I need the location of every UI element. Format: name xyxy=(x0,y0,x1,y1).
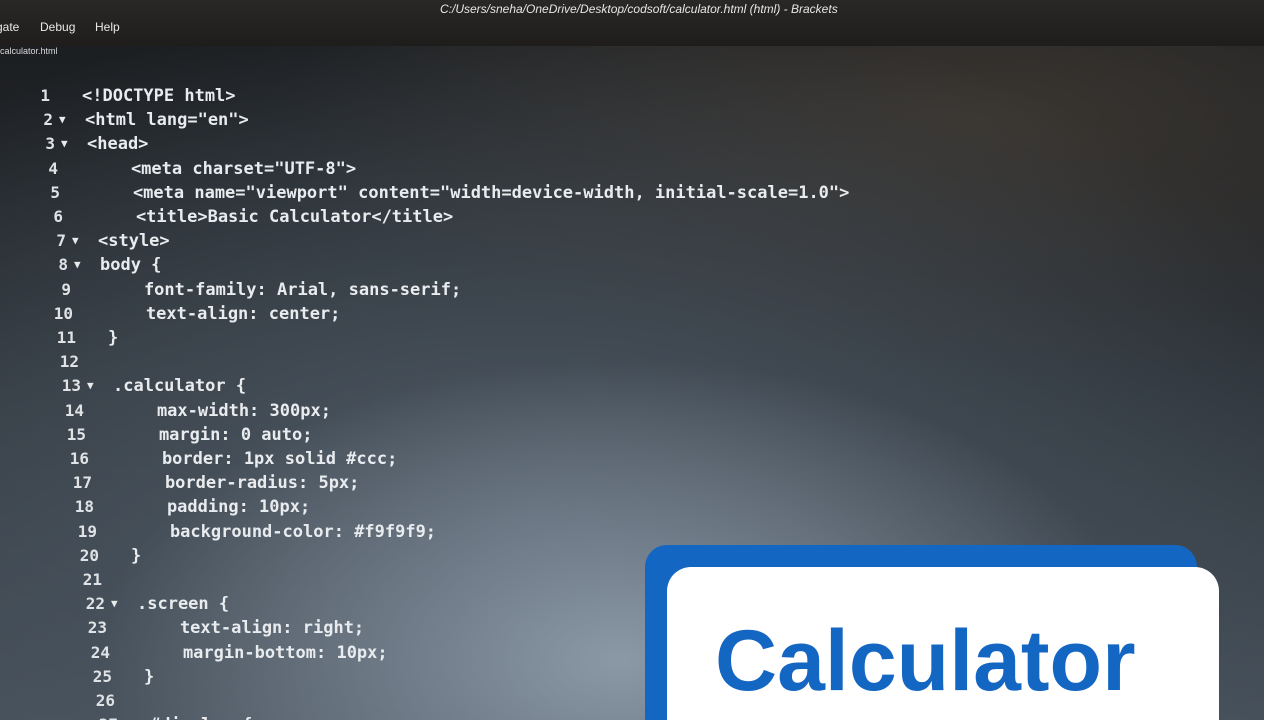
code-text: body { xyxy=(100,255,162,275)
fold-arrow-icon[interactable]: ▼ xyxy=(124,713,131,720)
code-line[interactable]: 16 border: 1px solid #ccc; xyxy=(39,447,1139,471)
code-text: .screen { xyxy=(137,594,230,614)
code-text: } xyxy=(144,667,155,687)
line-number: 3 xyxy=(45,134,55,153)
code-text: margin: 0 auto; xyxy=(118,425,313,445)
file-tab[interactable]: calculator.html xyxy=(0,46,58,64)
code-text: <html lang="en"> xyxy=(85,110,249,130)
line-number: 19 xyxy=(77,522,97,541)
line-number: 2 xyxy=(43,110,53,129)
code-line[interactable]: 10 text-align: center; xyxy=(23,302,1123,326)
code-line[interactable]: 7 ▼ <style> xyxy=(16,229,1116,253)
line-number: 26 xyxy=(95,691,115,710)
code-text: <head> xyxy=(87,134,149,154)
code-line[interactable]: 15 margin: 0 auto; xyxy=(36,423,1136,447)
line-number: 5 xyxy=(50,183,60,202)
code-line[interactable]: 2 ▼ <html lang="en"> xyxy=(3,108,1103,132)
code-text: padding: 10px; xyxy=(126,497,311,517)
caption-card: Calculator xyxy=(667,567,1219,720)
line-number: 23 xyxy=(87,618,107,637)
code-text: <meta charset="UTF-8"> xyxy=(90,159,357,179)
line-number: 9 xyxy=(61,280,71,299)
code-line[interactable]: 12 xyxy=(29,350,1129,374)
code-text: text-align: right; xyxy=(139,618,365,638)
fold-arrow-icon[interactable]: ▼ xyxy=(59,108,66,132)
code-text: <meta name="viewport" content="width=dev… xyxy=(92,183,850,203)
line-number: 20 xyxy=(79,546,99,565)
fold-arrow-icon[interactable]: ▼ xyxy=(72,229,79,253)
fold-arrow-icon[interactable]: ▼ xyxy=(61,132,68,156)
line-number: 25 xyxy=(92,667,112,686)
line-number: 6 xyxy=(53,207,63,226)
menu-debug[interactable]: Debug xyxy=(40,20,75,34)
line-number: 13 xyxy=(61,376,81,395)
code-text: margin-bottom: 10px; xyxy=(142,643,388,663)
code-line[interactable]: 14 max-width: 300px; xyxy=(34,399,1134,423)
line-number: 12 xyxy=(59,352,79,371)
code-line[interactable]: 4 <meta charset="UTF-8"> xyxy=(8,157,1108,181)
line-number: 16 xyxy=(69,449,89,468)
line-number: 21 xyxy=(82,570,102,589)
line-number: 15 xyxy=(66,425,86,444)
fold-arrow-icon[interactable]: ▼ xyxy=(111,592,118,616)
code-line[interactable]: 13 ▼ .calculator { xyxy=(31,374,1131,398)
code-line[interactable]: 18 padding: 10px; xyxy=(44,495,1144,519)
monitor-screen: C:/Users/sneha/OneDrive/Desktop/codsoft/… xyxy=(0,0,1264,720)
fold-arrow-icon[interactable]: ▼ xyxy=(87,374,94,398)
code-text: font-family: Arial, sans-serif; xyxy=(103,280,462,300)
code-text: } xyxy=(108,328,119,348)
code-line[interactable]: 19 background-color: #f9f9f9; xyxy=(47,520,1147,544)
caption-banner: Calculator xyxy=(645,545,1219,720)
code-text: max-width: 300px; xyxy=(116,401,331,421)
line-number: 24 xyxy=(90,643,110,662)
code-line[interactable]: 17 border-radius: 5px; xyxy=(42,471,1142,495)
fold-arrow-icon[interactable]: ▼ xyxy=(74,253,81,277)
caption-text: Calculator xyxy=(715,613,1136,709)
code-text: .calculator { xyxy=(113,376,247,396)
code-text: border-radius: 5px; xyxy=(124,473,360,493)
line-number: 11 xyxy=(56,328,76,347)
window-title: C:/Users/sneha/OneDrive/Desktop/codsoft/… xyxy=(440,2,838,16)
code-text: border: 1px solid #ccc; xyxy=(121,449,398,469)
line-number: 18 xyxy=(74,497,94,516)
code-line[interactable]: 11} xyxy=(26,326,1126,350)
code-line[interactable]: 3 ▼ <head> xyxy=(5,132,1105,156)
code-line[interactable]: 6 <title>Basic Calculator</title> xyxy=(13,205,1113,229)
menu-navigate[interactable]: gate xyxy=(0,20,19,34)
line-number: 1 xyxy=(40,86,50,105)
code-line[interactable]: 1 <!DOCTYPE html> xyxy=(0,84,1100,108)
code-text: #display { xyxy=(150,713,252,720)
code-line[interactable]: 8 ▼ body { xyxy=(18,253,1118,277)
code-text: text-align: center; xyxy=(105,304,341,324)
title-bar: C:/Users/sneha/OneDrive/Desktop/codsoft/… xyxy=(0,0,1264,46)
code-line[interactable]: 9 font-family: Arial, sans-serif; xyxy=(21,278,1121,302)
code-text: } xyxy=(131,546,142,566)
code-text: <style> xyxy=(98,231,170,251)
code-text: background-color: #f9f9f9; xyxy=(129,522,437,542)
line-number: 22 xyxy=(85,594,105,613)
line-number: 27 xyxy=(68,713,118,720)
code-line[interactable]: 5 <meta name="viewport" content="width=d… xyxy=(10,181,1110,205)
line-number: 14 xyxy=(64,401,84,420)
line-number: 7 xyxy=(56,231,66,250)
code-text: <!DOCTYPE html> xyxy=(82,86,236,106)
line-number: 17 xyxy=(72,473,92,492)
line-number: 4 xyxy=(48,159,58,178)
line-number: 8 xyxy=(58,255,68,274)
menu-help[interactable]: Help xyxy=(95,20,120,34)
code-text: <title>Basic Calculator</title> xyxy=(95,207,454,227)
line-number: 10 xyxy=(53,304,73,323)
